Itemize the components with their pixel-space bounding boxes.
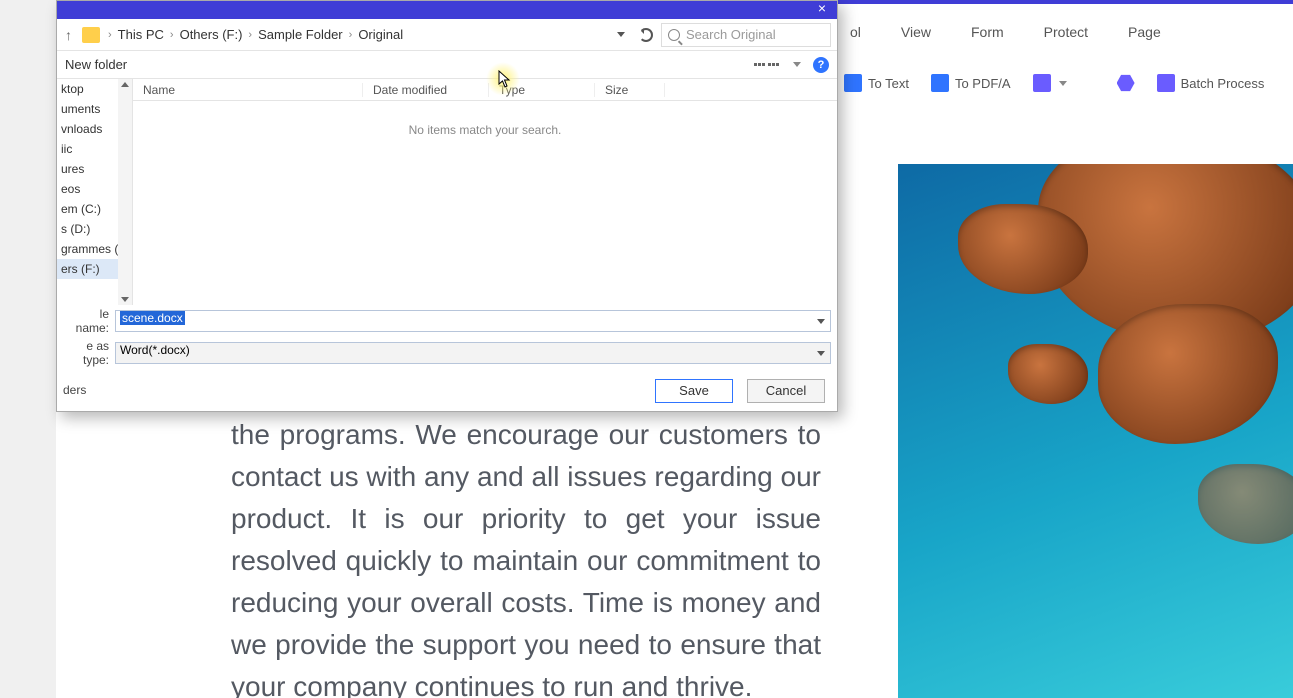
hex-tool-button[interactable] bbox=[1111, 70, 1141, 96]
batch-icon bbox=[1157, 74, 1175, 92]
tree-scrollbar[interactable] bbox=[118, 79, 132, 305]
folder-icon bbox=[82, 27, 100, 43]
cancel-button[interactable]: Cancel bbox=[747, 379, 825, 403]
breadcrumb[interactable]: › This PC › Others (F:) › Sample Folder … bbox=[108, 27, 603, 42]
save-button[interactable]: Save bbox=[655, 379, 733, 403]
close-icon: × bbox=[818, 0, 826, 16]
to-text-label: To Text bbox=[868, 76, 909, 91]
dialog-titlebar[interactable]: × bbox=[57, 1, 837, 19]
col-size[interactable]: Size bbox=[595, 83, 665, 97]
document-body-text: the programs. We encourage our customers… bbox=[231, 414, 821, 698]
file-name-label: le name: bbox=[63, 307, 109, 335]
scroll-down-icon[interactable] bbox=[121, 297, 129, 302]
breadcrumb-item-this-pc[interactable]: This PC bbox=[118, 27, 164, 42]
hexagon-icon bbox=[1117, 74, 1135, 92]
view-mode-button[interactable] bbox=[754, 63, 779, 66]
search-placeholder: Search Original bbox=[686, 27, 776, 42]
batch-label: Batch Process bbox=[1181, 76, 1265, 91]
file-list[interactable]: Name Date modified Type Size No items ma… bbox=[133, 79, 837, 305]
nav-up-icon[interactable]: ↑ bbox=[63, 27, 74, 43]
to-pdfa-label: To PDF/A bbox=[955, 76, 1011, 91]
col-type[interactable]: Type bbox=[489, 83, 595, 97]
file-name-input[interactable]: scene.docx bbox=[115, 310, 831, 332]
more-convert-icon bbox=[1033, 74, 1051, 92]
document-image-aerial-coast bbox=[898, 164, 1293, 698]
new-folder-button[interactable]: New folder bbox=[65, 57, 127, 72]
chevron-right-icon: › bbox=[248, 29, 252, 41]
chevron-down-icon bbox=[1059, 81, 1067, 86]
tab-view[interactable]: View bbox=[887, 18, 945, 46]
tab-protect[interactable]: Protect bbox=[1030, 18, 1102, 46]
close-button[interactable]: × bbox=[807, 0, 837, 19]
to-pdfa-icon bbox=[931, 74, 949, 92]
to-pdfa-button[interactable]: To PDF/A bbox=[925, 70, 1017, 96]
search-input[interactable]: Search Original bbox=[661, 23, 831, 47]
file-name-value: scene.docx bbox=[120, 311, 185, 325]
dialog-toolbar: New folder ? bbox=[57, 51, 837, 79]
more-convert-button[interactable] bbox=[1027, 70, 1073, 96]
empty-message: No items match your search. bbox=[133, 123, 837, 137]
dialog-footer: Save Cancel bbox=[57, 369, 837, 409]
file-name-row: le name: scene.docx bbox=[57, 305, 837, 337]
folder-tree[interactable]: ktop uments vnloads iic ures eos em (C:)… bbox=[57, 79, 133, 305]
chevron-down-icon[interactable] bbox=[793, 62, 801, 67]
chevron-down-icon[interactable] bbox=[817, 319, 825, 324]
scroll-up-icon[interactable] bbox=[121, 82, 129, 87]
col-date[interactable]: Date modified bbox=[363, 83, 489, 97]
save-type-select[interactable]: Word(*.docx) bbox=[115, 342, 831, 364]
col-name[interactable]: Name bbox=[133, 83, 363, 97]
to-text-icon bbox=[844, 74, 862, 92]
save-as-dialog: × ↑ › This PC › Others (F:) › Sample Fol… bbox=[56, 0, 838, 412]
tab-page[interactable]: Page bbox=[1114, 18, 1175, 46]
history-dropdown-icon[interactable] bbox=[617, 32, 625, 37]
batch-process-button[interactable]: Batch Process bbox=[1151, 70, 1271, 96]
hide-folders-link[interactable]: ders bbox=[63, 383, 86, 397]
tab-partial[interactable]: ol bbox=[836, 18, 875, 46]
chevron-down-icon[interactable] bbox=[817, 351, 825, 356]
save-type-row: e as type: Word(*.docx) bbox=[57, 337, 837, 369]
refresh-icon[interactable] bbox=[639, 28, 653, 42]
save-type-value: Word(*.docx) bbox=[120, 343, 190, 357]
to-text-button[interactable]: To Text bbox=[838, 70, 915, 96]
save-type-label: e as type: bbox=[63, 339, 109, 367]
breadcrumb-item-original[interactable]: Original bbox=[358, 27, 403, 42]
tab-form[interactable]: Form bbox=[957, 18, 1018, 46]
chevron-right-icon: › bbox=[108, 29, 112, 41]
column-headers[interactable]: Name Date modified Type Size bbox=[133, 79, 837, 101]
dialog-body: ktop uments vnloads iic ures eos em (C:)… bbox=[57, 79, 837, 305]
chevron-right-icon: › bbox=[170, 29, 174, 41]
breadcrumb-item-sample-folder[interactable]: Sample Folder bbox=[258, 27, 343, 42]
search-icon bbox=[668, 29, 680, 41]
chevron-right-icon: › bbox=[349, 29, 353, 41]
breadcrumb-item-others-f[interactable]: Others (F:) bbox=[180, 27, 243, 42]
address-bar: ↑ › This PC › Others (F:) › Sample Folde… bbox=[57, 19, 837, 51]
help-icon[interactable]: ? bbox=[813, 57, 829, 73]
